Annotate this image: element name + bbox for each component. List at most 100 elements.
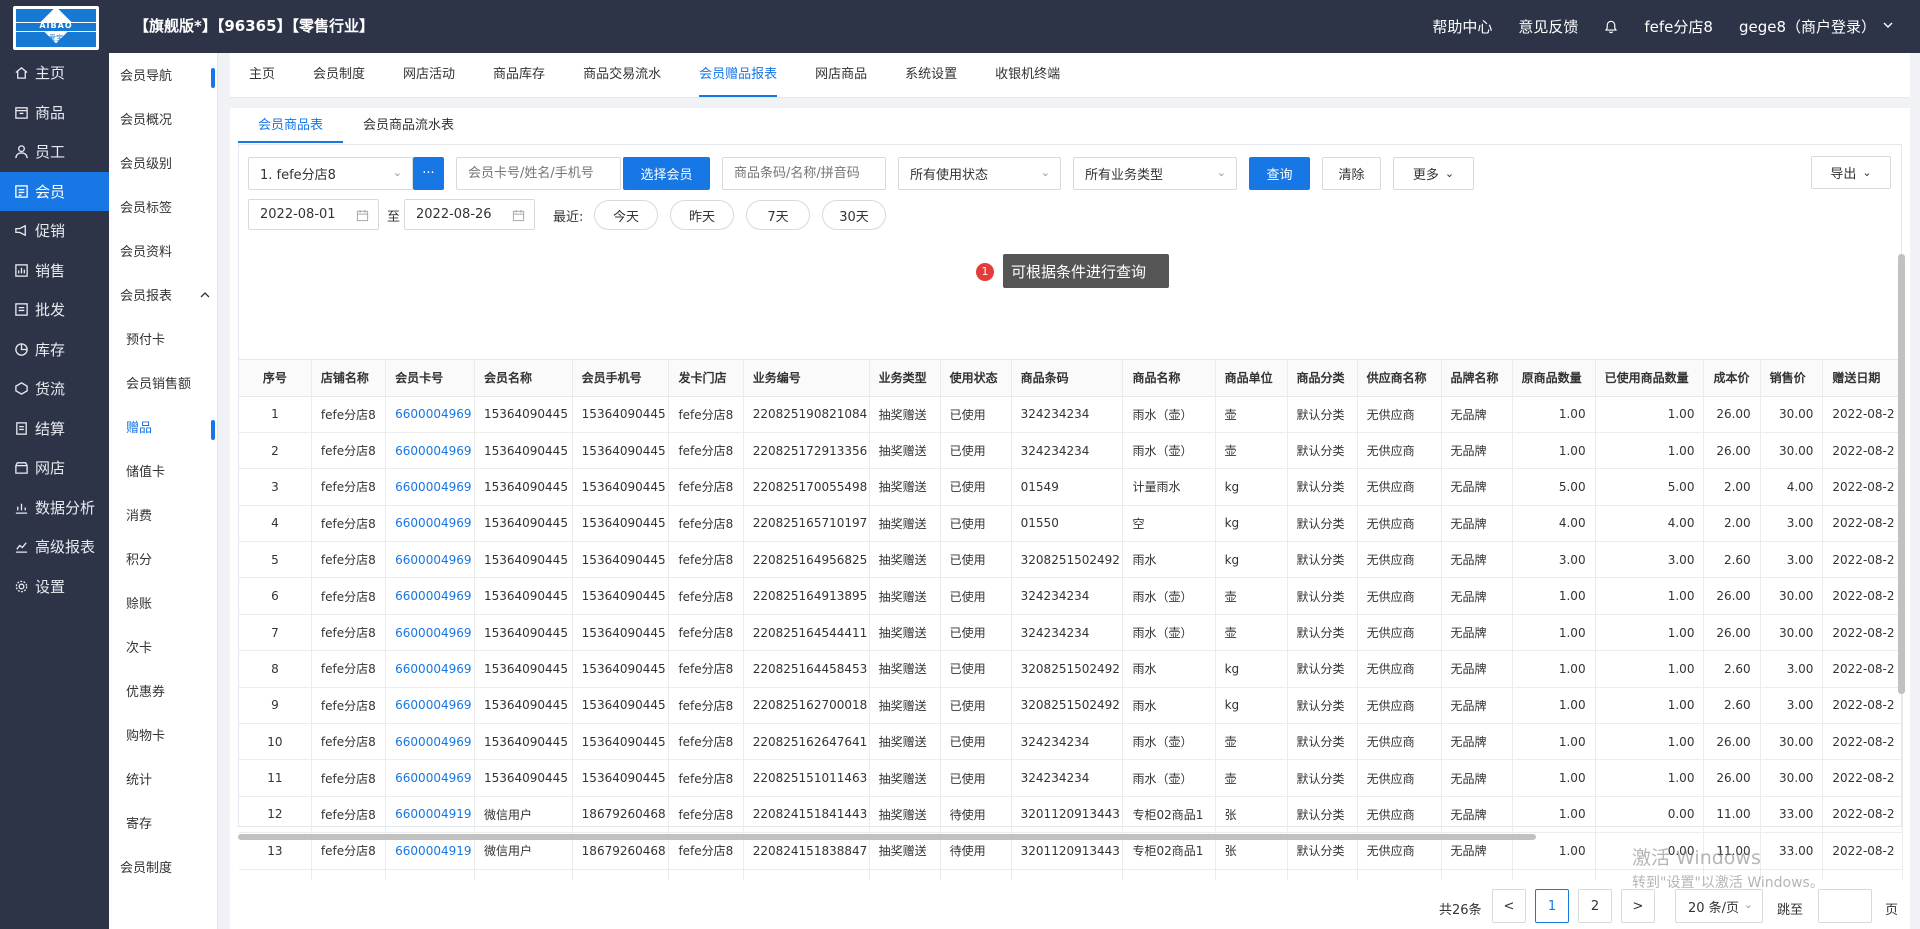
column-header[interactable]: 商品分类 [1287, 360, 1358, 397]
subnav-item[interactable]: 消费 [109, 495, 217, 539]
quick-yesterday-button[interactable]: 昨天 [670, 200, 734, 230]
sidebar-item[interactable]: 结算 [0, 409, 109, 449]
subnav-item[interactable]: 会员制度 [109, 847, 217, 891]
subnav-item[interactable]: 统计 [109, 759, 217, 803]
subnav-item[interactable]: 会员概况 [109, 99, 217, 143]
sidebar-item[interactable]: 网店 [0, 448, 109, 488]
table-row[interactable]: 5 fefe分店8 6600004969 15364090445 15364090445… [239, 541, 1903, 579]
column-header[interactable]: 商品名称 [1122, 360, 1216, 397]
vertical-scrollbar-thumb[interactable] [1898, 254, 1905, 694]
query-button[interactable]: 查询 [1249, 157, 1310, 190]
subnav-item[interactable]: 赠品 [109, 407, 217, 451]
table-row[interactable]: 2 fefe分店8 6600004969 15364090445 15364090445… [239, 432, 1903, 470]
subnav-item[interactable]: 储值卡 [109, 451, 217, 495]
subnav-item[interactable]: 积分 [109, 539, 217, 583]
store-name[interactable]: fefe分店8 [1644, 16, 1713, 37]
store-select[interactable]: 1. fefe分店8 ⌄ [248, 157, 413, 190]
vertical-scrollbar[interactable] [1898, 254, 1905, 836]
help-center-link[interactable]: 帮助中心 [1432, 16, 1492, 37]
quick-30days-button[interactable]: 30天 [822, 200, 886, 230]
table-row[interactable]: 8 fefe分店8 6600004969 15364090445 15364090445… [239, 650, 1903, 688]
subtab-member-goods-flow[interactable]: 会员商品流水表 [343, 108, 474, 143]
sidebar-item[interactable]: 销售 [0, 251, 109, 291]
column-header[interactable]: 商品条码 [1011, 360, 1124, 397]
column-header[interactable]: 商品单位 [1215, 360, 1288, 397]
member-card-link[interactable]: 6600004969 [385, 505, 475, 543]
subnav-item[interactable]: 会员报表 [109, 275, 217, 319]
more-filters-button[interactable]: 更多 ⌄ [1393, 157, 1474, 190]
table-row[interactable]: 9 fefe分店8 6600004969 15364090445 15364090445… [239, 687, 1903, 725]
table-row[interactable]: 12 fefe分店8 6600004919 微信用户 18679260468 fefe分店… [239, 796, 1903, 834]
table-row[interactable]: 10 fefe分店8 6600004969 15364090445 1536409044… [239, 723, 1903, 761]
sidebar-item[interactable]: 库存 [0, 330, 109, 370]
page-tab[interactable]: 会员赠品报表 [680, 53, 796, 97]
member-card-link[interactable]: 6600004969 [385, 541, 475, 579]
sidebar-item[interactable]: 员工 [0, 132, 109, 172]
page-tab[interactable]: 网店商品 [796, 53, 886, 97]
table-row[interactable]: 4 fefe分店8 6600004969 15364090445 15364090445… [239, 505, 1903, 543]
prev-page-button[interactable]: < [1492, 889, 1526, 923]
subnav-item[interactable]: 寄存 [109, 803, 217, 847]
column-header[interactable]: 发卡门店 [668, 360, 744, 397]
subnav-item[interactable]: 预付卡 [109, 319, 217, 363]
column-header[interactable]: 店铺名称 [311, 360, 387, 397]
notification-button[interactable] [1604, 20, 1618, 34]
date-from-input[interactable]: 2022-08-01 [248, 199, 379, 230]
store-more-button[interactable]: ··· [413, 157, 444, 190]
next-page-button[interactable]: > [1621, 889, 1655, 923]
column-header[interactable]: 原商品数量 [1512, 360, 1596, 397]
member-card-link[interactable]: 6600004969 [385, 759, 475, 797]
goods-search-input[interactable] [722, 157, 886, 190]
subnav-item[interactable]: 购物卡 [109, 715, 217, 759]
member-card-link[interactable]: 6600004969 [385, 577, 475, 615]
page-tab[interactable]: 系统设置 [886, 53, 976, 97]
page-tab[interactable]: 商品库存 [474, 53, 564, 97]
sidebar-item[interactable]: 货流 [0, 369, 109, 409]
column-header[interactable]: 业务编号 [743, 360, 870, 397]
user-menu[interactable]: gege8（商户登录） [1739, 16, 1894, 37]
sidebar-item[interactable]: 数据分析 [0, 488, 109, 528]
jump-page-input[interactable] [1818, 889, 1872, 923]
page-1-button[interactable]: 1 [1535, 889, 1569, 923]
column-header[interactable]: 品牌名称 [1441, 360, 1513, 397]
member-search-input[interactable] [456, 157, 621, 190]
page-tab[interactable]: 网店活动 [384, 53, 474, 97]
page-tab[interactable]: 会员制度 [294, 53, 384, 97]
use-status-select[interactable]: 所有使用状态 ⌄ [898, 157, 1061, 190]
page-tab[interactable]: 商品交易流水 [564, 53, 680, 97]
quick-today-button[interactable]: 今天 [594, 200, 658, 230]
column-header[interactable]: 业务类型 [869, 360, 941, 397]
sidebar-item[interactable]: 商品 [0, 93, 109, 133]
sidebar-item[interactable]: 设置 [0, 567, 109, 607]
clear-button[interactable]: 清除 [1322, 157, 1381, 190]
export-button[interactable]: 导出 ⌄ [1811, 156, 1891, 189]
biz-type-select[interactable]: 所有业务类型 ⌄ [1073, 157, 1237, 190]
subnav-item[interactable]: 会员导航 [109, 55, 217, 99]
member-card-link[interactable]: 6600004919 [385, 796, 475, 834]
feedback-link[interactable]: 意见反馈 [1518, 16, 1578, 37]
member-card-link[interactable]: 6600004969 [385, 432, 475, 470]
subnav-item[interactable]: 会员销售额 [109, 363, 217, 407]
subtab-member-goods[interactable]: 会员商品表 [238, 108, 344, 143]
subnav-item[interactable]: 会员级别 [109, 143, 217, 187]
column-header[interactable]: 赠送日期 [1822, 360, 1903, 397]
column-header[interactable]: 会员名称 [474, 360, 573, 397]
page-tab[interactable]: 收银机终端 [976, 53, 1079, 97]
subnav-item[interactable]: 优惠券 [109, 671, 217, 715]
horizontal-scrollbar-thumb[interactable] [238, 834, 1536, 840]
column-header[interactable]: 会员卡号 [385, 360, 475, 397]
subnav-item[interactable]: 会员资料 [109, 231, 217, 275]
member-card-link[interactable]: 6600004969 [385, 650, 475, 688]
member-card-link[interactable]: 6600004969 [385, 614, 475, 652]
member-card-link[interactable]: 6600004969 [385, 687, 475, 725]
sidebar-item[interactable]: 主页 [0, 53, 109, 93]
subnav-item[interactable]: 次卡 [109, 627, 217, 671]
table-row[interactable]: 11 fefe分店8 6600004969 15364090445 1536409044… [239, 759, 1903, 797]
select-member-button[interactable]: 选择会员 [623, 157, 710, 190]
column-header[interactable]: 会员手机号 [572, 360, 670, 397]
member-card-link[interactable]: 6600004969 [385, 396, 475, 433]
column-header[interactable]: 已使用商品数量 [1595, 360, 1705, 397]
page-tab[interactable]: 主页 [230, 53, 294, 97]
sidebar-item[interactable]: 高级报表 [0, 527, 109, 567]
subnav-item[interactable]: 会员标签 [109, 187, 217, 231]
